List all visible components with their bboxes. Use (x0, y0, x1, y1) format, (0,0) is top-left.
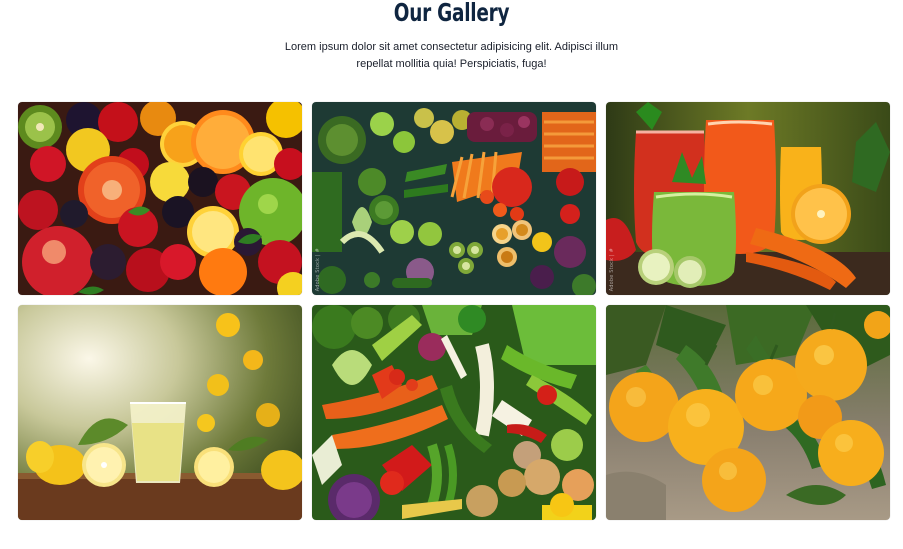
gallery-image-fruits[interactable] (18, 102, 302, 295)
gallery-subtitle: Lorem ipsum dolor sit amet consectetur a… (284, 41, 619, 70)
gallery-image-juices[interactable]: Adobe Stock | # (606, 102, 890, 295)
gallery-image-mixed-vegetables[interactable] (312, 305, 596, 520)
gallery-image-vegetables-flatlay[interactable]: Adobe Stock | # (312, 102, 596, 295)
gallery-section: Our Gallery Lorem ipsum dolor sit amet c… (0, 0, 903, 549)
image-watermark: Adobe Stock | # (315, 247, 321, 291)
gallery-grid: Adobe Stock | # Adobe Stock | # (18, 102, 890, 520)
image-watermark: Adobe Stock | # (609, 247, 615, 291)
gallery-image-lemonade[interactable] (18, 305, 302, 520)
gallery-title: Our Gallery (393, 0, 510, 27)
gallery-image-oranges[interactable] (606, 305, 890, 520)
